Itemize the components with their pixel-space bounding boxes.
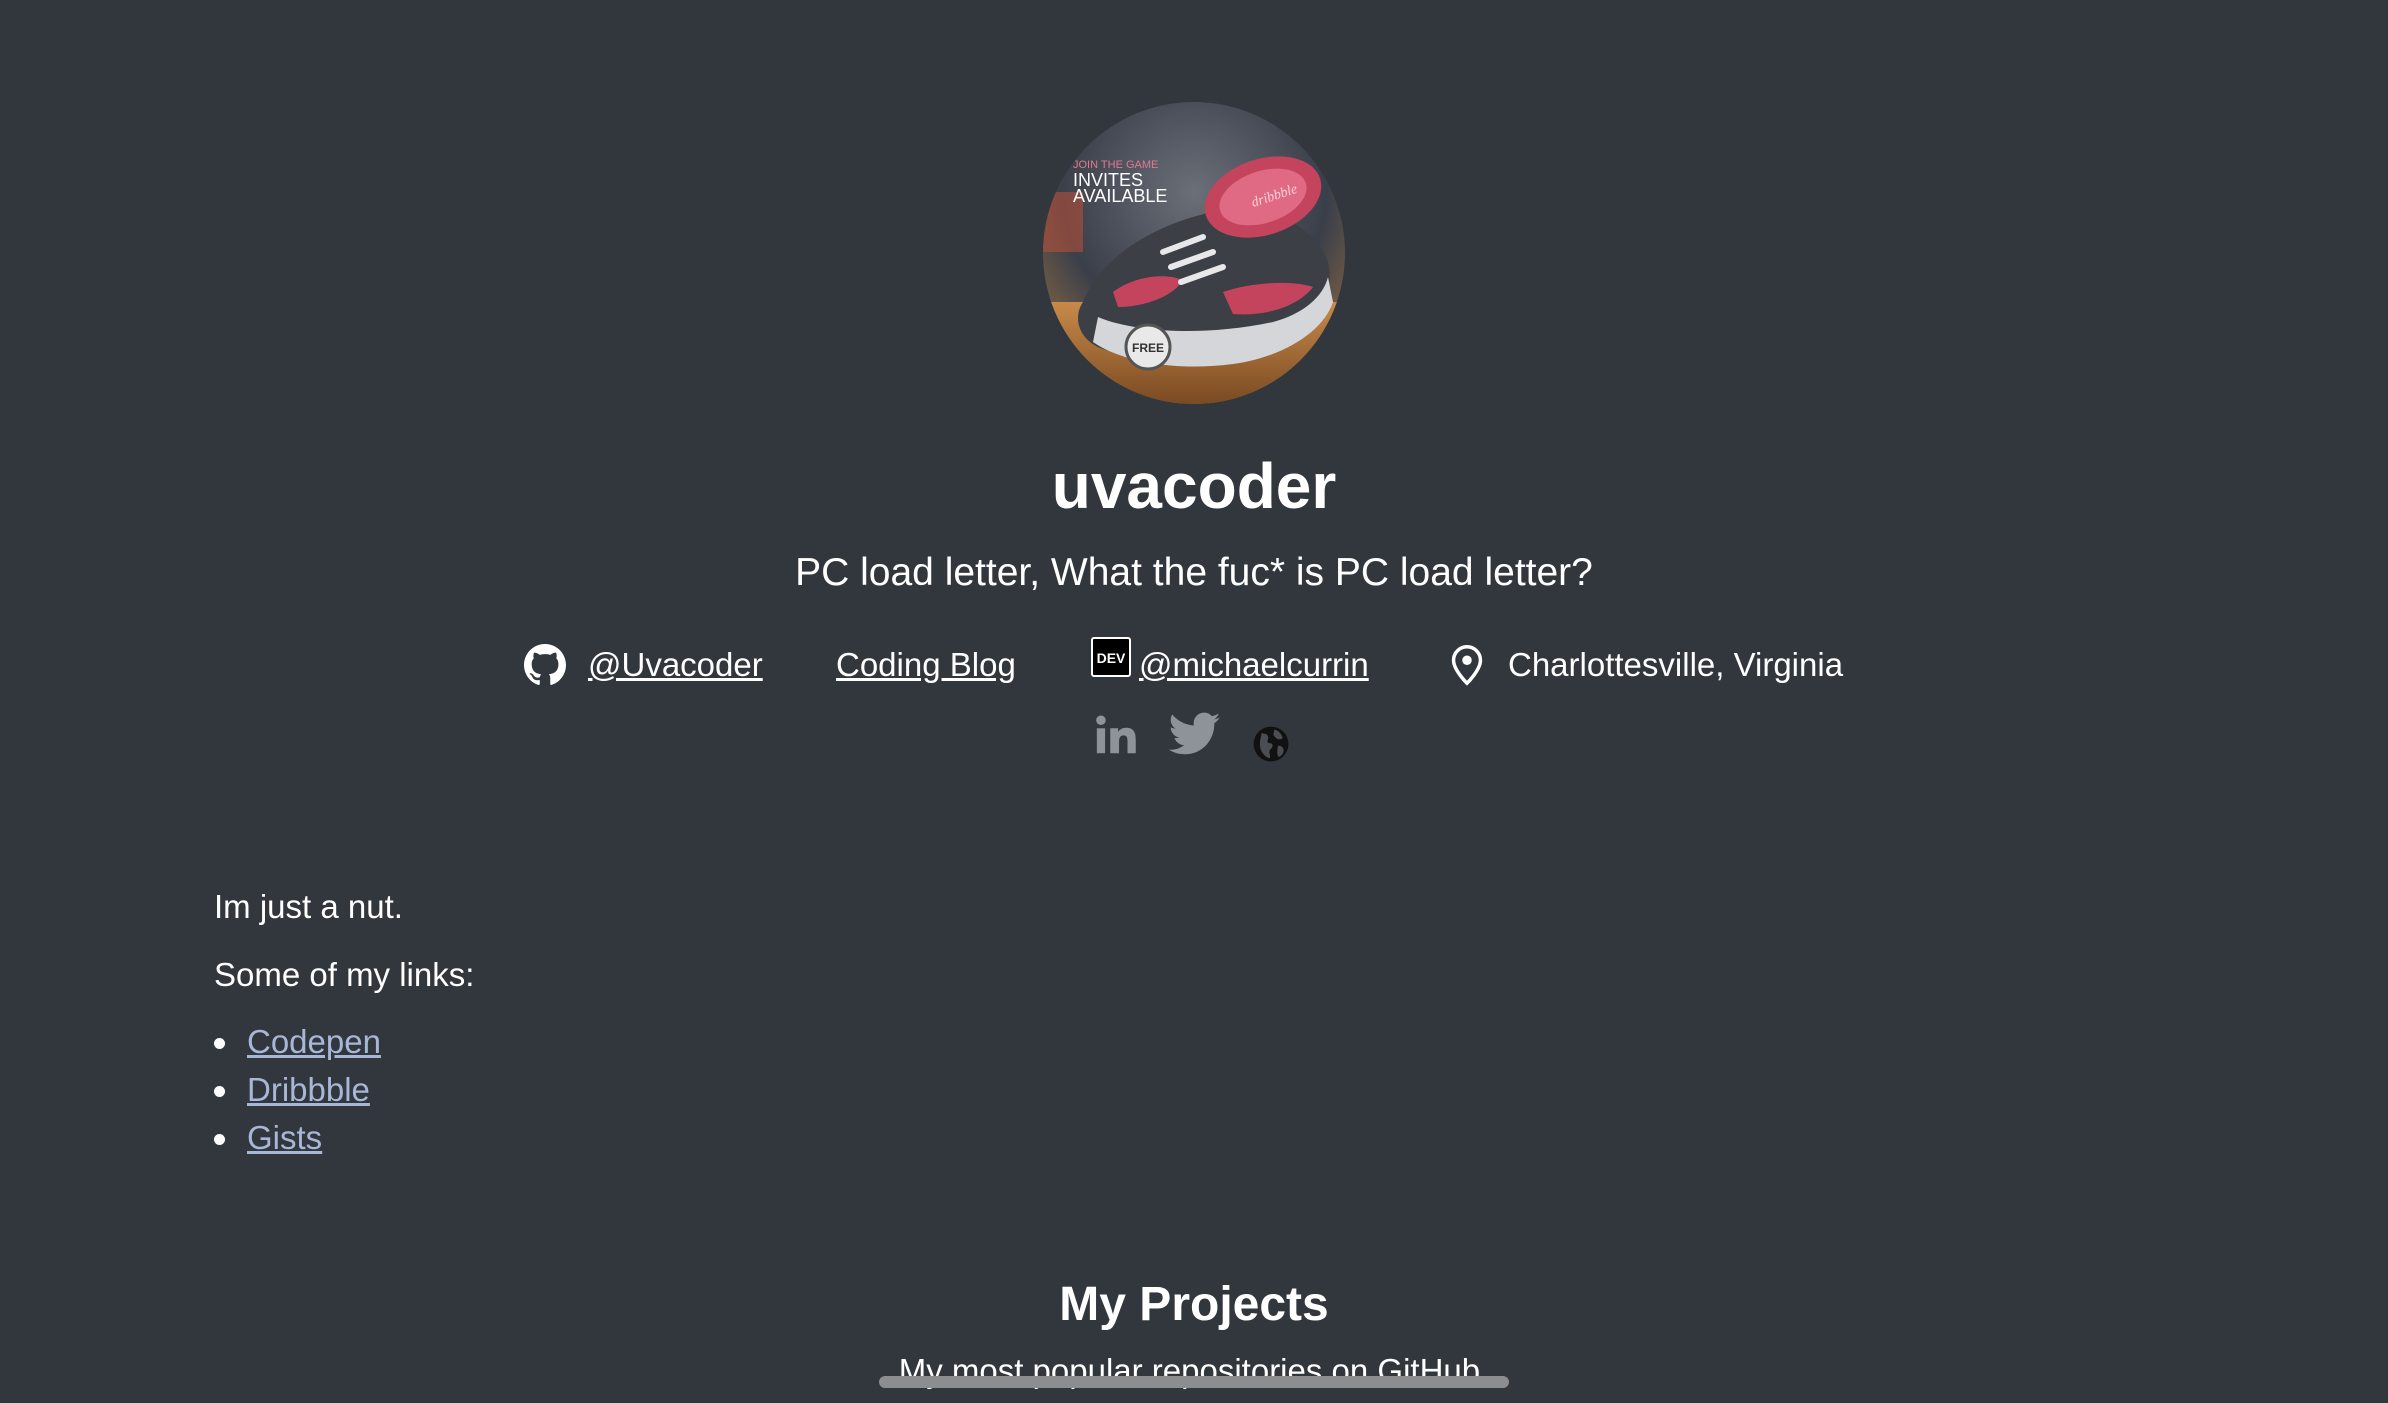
svg-text:AVAILABLE: AVAILABLE <box>1073 186 1167 206</box>
dev-link-group[interactable]: DEV @michaelcurrin <box>1091 635 1369 695</box>
avatar-image: FREE JOIN THE GAME INVITES AVAILABLE dri… <box>1043 102 1345 404</box>
dev-icon: DEV <box>1091 637 1131 677</box>
profile-page: FREE JOIN THE GAME INVITES AVAILABLE dri… <box>0 0 2388 1403</box>
blog-link-group[interactable]: Coding Blog <box>836 635 1016 695</box>
globe-icon[interactable] <box>1252 725 1290 763</box>
github-link-group[interactable]: @Uvacoder <box>524 635 763 695</box>
coding-blog-link[interactable]: Coding Blog <box>836 638 1016 692</box>
social-links <box>0 712 2388 772</box>
projects-subtitle: My most popular repositories on GitHub. <box>898 1352 1490 1389</box>
github-handle-link[interactable]: @Uvacoder <box>588 638 763 692</box>
profile-meta-row: @Uvacoder Coding Blog DEV @michaelcurrin… <box>0 635 2388 695</box>
list-item: Dribbble <box>214 1066 474 1114</box>
about-section: Im just a nut. Some of my links: Codepen… <box>214 882 474 1162</box>
linkedin-icon[interactable] <box>1093 712 1139 758</box>
links-list: Codepen Dribbble Gists <box>214 1018 474 1162</box>
horizontal-scrollbar[interactable] <box>879 1376 1509 1388</box>
location-group: Charlottesville, Virginia <box>1448 635 1843 695</box>
github-icon <box>524 644 566 686</box>
tagline: PC load letter, What the fuc* is PC load… <box>795 551 1593 594</box>
list-item: Codepen <box>214 1018 474 1066</box>
about-intro: Im just a nut. <box>214 888 403 925</box>
links-heading: Some of my links: <box>214 956 475 993</box>
projects-title: My Projects <box>1059 1278 1329 1331</box>
twitter-icon[interactable] <box>1169 712 1221 758</box>
svg-text:FREE: FREE <box>1132 341 1164 355</box>
location-text: Charlottesville, Virginia <box>1508 646 1844 683</box>
dribbble-link[interactable]: Dribbble <box>247 1071 370 1108</box>
username-title: uvacoder <box>1051 450 1337 522</box>
avatar: FREE JOIN THE GAME INVITES AVAILABLE dri… <box>1043 102 1345 404</box>
codepen-link[interactable]: Codepen <box>247 1023 381 1060</box>
gists-link[interactable]: Gists <box>247 1119 322 1156</box>
list-item: Gists <box>214 1114 474 1162</box>
svg-text:DEV: DEV <box>1097 650 1126 666</box>
location-pin-icon <box>1448 644 1486 686</box>
dev-handle-link[interactable]: @michaelcurrin <box>1139 638 1369 692</box>
